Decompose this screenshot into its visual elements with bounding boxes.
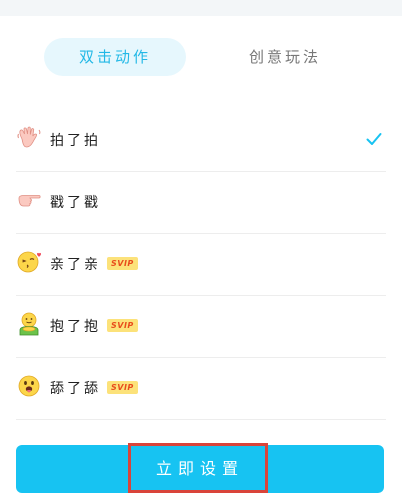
action-label: 舔了舔 [50,381,101,397]
waving-hand-icon [17,126,41,148]
pointing-hand-icon [18,195,41,207]
action-label: 拍了拍 [50,133,101,149]
tab-bar: 双击动作 创意玩法 [0,38,402,76]
tongue-face-icon [18,375,40,397]
kissing-face-icon [17,251,41,273]
svip-badge: SVIP [107,381,138,394]
top-strip [0,0,402,16]
svip-badge: SVIP [107,319,138,332]
highlight-box [128,443,268,493]
action-label: 亲了亲 [50,257,101,273]
checkmark-icon [366,133,382,145]
list-item-poke[interactable]: 戳了戳 [16,172,386,234]
list-item-kiss[interactable]: 亲了亲 SVIP [16,234,386,296]
tab-creative-play[interactable]: 创意玩法 [214,38,356,76]
tab-double-click-action[interactable]: 双击动作 [44,38,186,76]
action-label: 抱了抱 [50,319,101,335]
hugging-emoji-icon [19,312,39,336]
list-item-pat[interactable]: 拍了拍 [16,110,386,172]
list-item-hug[interactable]: 抱了抱 SVIP [16,296,386,358]
list-item-lick[interactable]: 舔了舔 SVIP [16,358,386,420]
action-list: 拍了拍 戳了戳 亲了亲 SVIP 抱了抱 SVIP 舔了舔 SVIP [0,110,402,420]
svip-badge: SVIP [107,257,138,270]
action-label: 戳了戳 [50,195,101,211]
